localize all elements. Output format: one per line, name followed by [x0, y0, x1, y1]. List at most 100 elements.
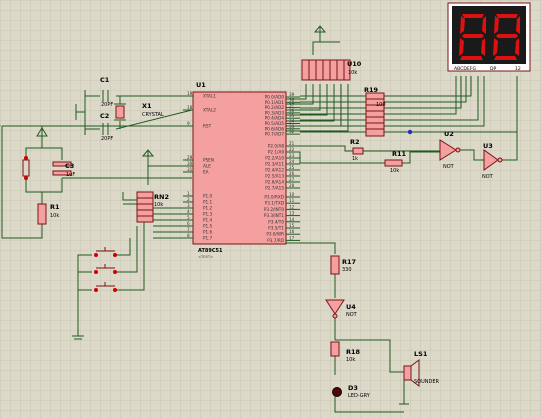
mcu-left-pin-number: 29	[187, 155, 193, 160]
r2-ref: R2	[350, 138, 360, 146]
mcu-right-pin-number: 17	[289, 235, 295, 240]
mcu-right-pin-label: P3.1/TXD	[265, 201, 284, 206]
mcu-left-pin-label: RST	[203, 124, 212, 129]
mcu-left-pin-number: 5	[187, 215, 190, 220]
mcu-right-pin-number: 13	[289, 211, 295, 216]
r11-body	[384, 159, 403, 167]
mcu-right-pin-label: P3.0/RXD	[264, 195, 284, 200]
mcu-right-pin-label: P0.6/AD6	[265, 126, 285, 131]
u3-bubble	[497, 157, 503, 163]
c1-value: 20PF	[101, 102, 113, 108]
mcu-left-pin-number: 2	[187, 197, 190, 202]
resistor-pack-r19[interactable]: R19 100	[364, 86, 386, 137]
seven-segment-display[interactable]: ABCDEFG DP 12	[447, 2, 531, 72]
mcu-left-pin-number: 18	[187, 105, 193, 110]
mcu-right-pin-label: P0.5/AD5	[265, 121, 285, 126]
schematic-canvas[interactable]: U1 AT89C51 <TEXT> XTAL1 19 XTAL2 18 RST 9 PSEN…	[0, 0, 541, 418]
mcu-right-pin-label: P3.3/INT1	[264, 213, 285, 218]
rp1-value: 10k	[154, 202, 163, 208]
mcu-left-pin-label: ALE	[203, 164, 211, 169]
mcu-right-pin-number: 25	[289, 165, 295, 170]
mcu-right-pin-label: P2.6/A14	[265, 180, 284, 185]
u2-bubble	[455, 147, 461, 153]
ls1-ref: LS1	[414, 350, 428, 358]
mcu-right-pin-label: P2.5/A13	[265, 174, 284, 179]
switch-3-dot-b	[113, 288, 117, 292]
mcu-u1[interactable]: U1 AT89C51 <TEXT> XTAL119XTAL218RST9PSEN…	[183, 81, 300, 259]
mcu-right-pin-label: P3.2/INT0	[264, 207, 285, 212]
mcu-right-pin-label: P3.5/T1	[268, 226, 284, 231]
r1-body	[37, 203, 47, 225]
mcu-right-pin-label: P0.1/AD1	[265, 100, 285, 105]
u3-value: NOT	[482, 174, 494, 180]
mcu-left-pin-number: 9	[187, 121, 190, 126]
mcu-ref: U1	[196, 81, 206, 89]
mcu-right-pin-number: 37	[289, 103, 295, 108]
mcu-right-pin-number: 32	[289, 129, 295, 134]
r18-value: 10k	[346, 357, 355, 363]
mcu-right-pin-number: 35	[289, 113, 295, 118]
r17-value: 330	[342, 267, 352, 273]
r18-body	[330, 341, 340, 357]
u3-ref: U3	[483, 142, 493, 150]
mcu-right-pin-number: 26	[289, 171, 295, 176]
mcu-right-pin-label: P2.7/A15	[265, 186, 284, 191]
crystal-body	[115, 105, 125, 119]
switch-1-dot-a	[94, 253, 98, 257]
switch-2-dot-a	[94, 270, 98, 274]
r2-body	[352, 147, 364, 155]
mcu-left-pin-label: P1.0	[203, 194, 213, 199]
reset-button-dot	[24, 156, 28, 160]
ls1-body	[403, 365, 412, 381]
c1-ref: C1	[100, 76, 110, 84]
mcu-right-pin-label: P0.2/AD2	[265, 105, 285, 110]
mcu-right-pin-number: 10	[289, 192, 295, 197]
mcu-right-pin-number: 12	[289, 204, 295, 209]
mcu-left-pin-label: XTAL1	[203, 94, 216, 99]
mcu-right-pin-number: 28	[289, 183, 295, 188]
display-segments-label: ABCDEFG	[454, 66, 477, 72]
mcu-right-pin-label: P3.7/RD	[267, 238, 284, 243]
mcu-left-pin-label: PSEN	[203, 158, 214, 163]
top-pack-value: 10k	[348, 70, 357, 76]
mcu-right-pin-number: 21	[289, 141, 295, 146]
switch-3-dot-a	[94, 288, 98, 292]
mcu-left-pin-number: 30	[187, 161, 193, 166]
r11-ref: R11	[392, 150, 407, 158]
schematic-svg[interactable]: U1 AT89C51 <TEXT> XTAL119XTAL218RST9PSEN…	[0, 0, 541, 418]
mcu-right-pin-number: 22	[289, 147, 295, 152]
mcu-right-pin-label: P2.0/A8	[268, 144, 284, 149]
c2-value: 20PF	[101, 136, 113, 142]
mcu-left-pin-number: 31	[187, 167, 193, 172]
x1-ref: X1	[142, 102, 152, 110]
mcu-right-pin-label: P2.3/A11	[265, 162, 284, 167]
mcu-left-pin-number: 7	[187, 227, 190, 232]
r2-value: 1k	[352, 156, 358, 162]
d3-ref: D3	[348, 384, 358, 392]
u4-ref: U4	[346, 303, 356, 311]
d3-body	[332, 387, 342, 397]
junction-node	[407, 129, 413, 135]
mcu-left-pin-number: 8	[187, 233, 190, 238]
mcu-right-pin-number: 36	[289, 108, 295, 113]
mcu-left-pin-label: P1.2	[203, 206, 213, 211]
display-dp-label: DP	[490, 66, 497, 72]
mcu-part: AT89C51	[198, 248, 223, 254]
ls1-value: SOUNDER	[414, 379, 440, 385]
c3-value: 1uF	[66, 172, 75, 178]
r1-ref: R1	[50, 203, 60, 211]
switch-2-dot-b	[113, 270, 117, 274]
display-common-label: 12	[515, 66, 521, 72]
mcu-right-pin-label: P0.0/AD0	[265, 95, 285, 100]
r11-value: 10k	[390, 168, 399, 174]
mcu-left-pin-label: EA	[203, 170, 209, 175]
mcu-left-pin-label: P1.1	[203, 200, 213, 205]
r17-ref: R17	[342, 258, 356, 266]
mcu-right-pin-number: 11	[289, 198, 295, 203]
d3-value: LED-GRY	[348, 393, 371, 399]
mcu-right-pin-label: P0.4/AD4	[265, 116, 285, 121]
u4-value: NOT	[346, 312, 358, 318]
r19-ref: R19	[364, 86, 379, 94]
mcu-right-pin-number: 15	[289, 223, 295, 228]
mcu-right-pin-label: P0.3/AD3	[265, 110, 285, 115]
